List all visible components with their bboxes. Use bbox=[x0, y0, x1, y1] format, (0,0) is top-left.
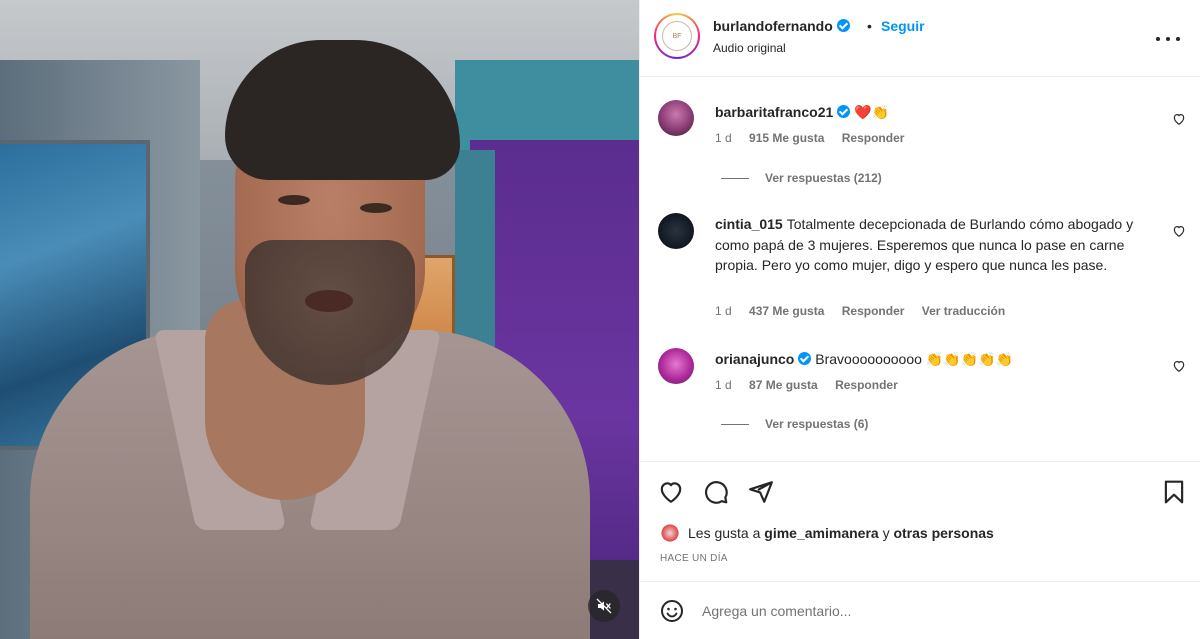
verified-badge-icon bbox=[798, 352, 812, 365]
comment-meta: 1 d 437 Me gusta Responder Ver traducció… bbox=[715, 304, 1019, 318]
reply-button[interactable]: Responder bbox=[842, 131, 905, 145]
person-eye-left bbox=[278, 195, 310, 205]
commenter-avatar[interactable] bbox=[658, 213, 694, 249]
more-options-button[interactable] bbox=[1156, 27, 1180, 51]
author-username[interactable]: burlandofernando bbox=[713, 18, 850, 34]
comment-age[interactable]: 1 d bbox=[715, 378, 732, 392]
post-side-panel: BF burlandofernando • Seguir Audio origi… bbox=[639, 0, 1200, 639]
translate-button[interactable]: Ver traducción bbox=[922, 304, 1005, 318]
comment-content: ❤️👏 bbox=[854, 104, 890, 120]
video-teal-band bbox=[455, 60, 639, 150]
comment-icon[interactable] bbox=[703, 479, 729, 505]
comment-text: cintia_015 Totalmente decepcionada de Bur… bbox=[715, 214, 1146, 276]
comment-meta: 1 d 87 Me gusta Responder bbox=[715, 378, 912, 392]
likes-prefix: Les gusta a bbox=[688, 525, 761, 541]
comment-text: barbaritafranco21 ❤️👏 bbox=[715, 102, 1146, 123]
commenter-avatar[interactable] bbox=[658, 348, 694, 384]
ellipsis-dot bbox=[1166, 37, 1170, 41]
comment-likes[interactable]: 437 Me gusta bbox=[749, 304, 824, 318]
commenter-avatar[interactable] bbox=[658, 100, 694, 136]
comment-input[interactable] bbox=[702, 596, 1142, 626]
action-bar bbox=[640, 461, 1200, 521]
commenter-username[interactable]: cintia_015 bbox=[715, 216, 783, 232]
heart-icon[interactable] bbox=[1172, 224, 1186, 238]
paper-plane-icon[interactable] bbox=[748, 479, 774, 505]
verified-badge-icon bbox=[837, 105, 851, 118]
reply-button[interactable]: Responder bbox=[835, 378, 898, 392]
commenter-username[interactable]: orianajunco bbox=[715, 351, 794, 367]
comment-item: cintia_015 Totalmente decepcionada de Bur… bbox=[658, 213, 1186, 328]
comment-age[interactable]: 1 d bbox=[715, 304, 732, 318]
ellipsis-dot bbox=[1176, 37, 1180, 41]
likes-conjunction: y bbox=[882, 525, 890, 541]
audio-label[interactable]: Audio original bbox=[713, 41, 786, 55]
author-avatar[interactable]: BF bbox=[654, 13, 700, 59]
mute-button[interactable] bbox=[588, 590, 620, 622]
likes-summary: Les gusta a gime_amimanera y otras perso… bbox=[660, 523, 994, 543]
comment-item: barbaritafranco21 ❤️👏 1 d 915 Me gusta R… bbox=[658, 100, 1186, 200]
commenter-username[interactable]: barbaritafranco21 bbox=[715, 104, 833, 120]
author-logo: BF bbox=[662, 21, 692, 51]
likes-others-link[interactable]: otras personas bbox=[893, 525, 993, 541]
view-replies-button[interactable]: Ver respuestas (6) bbox=[721, 417, 868, 431]
bookmark-icon[interactable] bbox=[1161, 479, 1187, 505]
heart-icon[interactable] bbox=[1172, 359, 1186, 373]
view-replies-button[interactable]: Ver respuestas (212) bbox=[721, 171, 882, 185]
post-timestamp[interactable]: HACE UN DÍA bbox=[660, 553, 728, 564]
liker-avatar[interactable] bbox=[660, 523, 680, 543]
heart-icon[interactable] bbox=[1172, 112, 1186, 126]
post-header: BF burlandofernando • Seguir Audio origi… bbox=[640, 0, 1200, 77]
separator-dot: • bbox=[867, 18, 872, 34]
heart-icon[interactable] bbox=[658, 479, 684, 505]
verified-badge-icon bbox=[836, 19, 850, 32]
follow-button[interactable]: Seguir bbox=[881, 18, 925, 34]
person-eye-right bbox=[360, 203, 392, 213]
author-name[interactable]: burlandofernando bbox=[713, 18, 833, 34]
liker-username[interactable]: gime_amimanera bbox=[764, 525, 878, 541]
comment-item: orianajunco Bravoooooooooo 👏👏👏👏👏 1 d 87 … bbox=[658, 348, 1186, 448]
comment-likes[interactable]: 87 Me gusta bbox=[749, 378, 818, 392]
ellipsis-icon bbox=[1156, 37, 1160, 41]
person-mouth bbox=[305, 290, 353, 312]
comment-likes[interactable]: 915 Me gusta bbox=[749, 131, 824, 145]
comment-content: Bravoooooooooo 👏👏👏👏👏 bbox=[815, 351, 1013, 367]
reply-button[interactable]: Responder bbox=[842, 304, 905, 318]
comment-composer bbox=[640, 581, 1200, 639]
comment-meta: 1 d 915 Me gusta Responder bbox=[715, 131, 918, 145]
comment-age[interactable]: 1 d bbox=[715, 131, 732, 145]
smiley-icon[interactable] bbox=[660, 599, 684, 623]
comments-list[interactable]: barbaritafranco21 ❤️👏 1 d 915 Me gusta R… bbox=[640, 78, 1200, 460]
comment-text: orianajunco Bravoooooooooo 👏👏👏👏👏 bbox=[715, 349, 1146, 370]
reel-video[interactable] bbox=[0, 0, 639, 639]
speaker-muted-icon bbox=[596, 598, 612, 614]
